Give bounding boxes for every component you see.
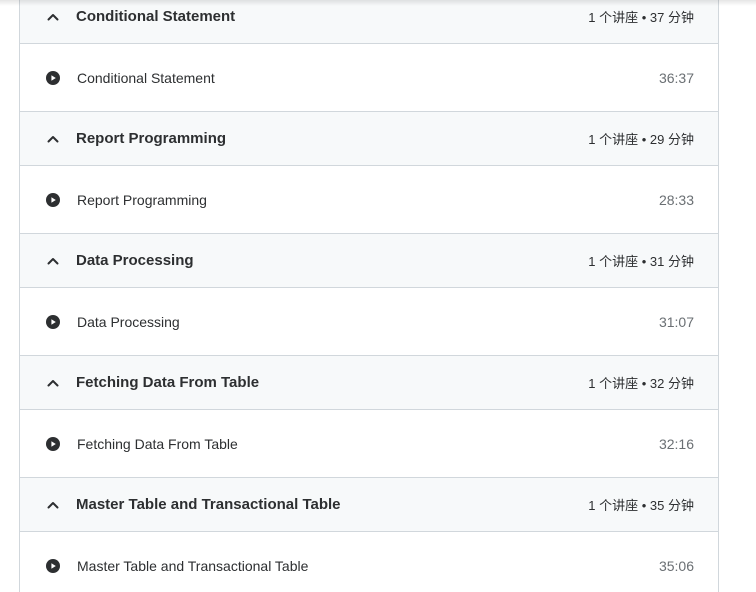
section-header-data-processing[interactable]: Data Processing 1 个讲座 • 31 分钟 <box>20 234 718 288</box>
section-title: Fetching Data From Table <box>76 374 260 391</box>
section-header-master-table-and-transactional-table[interactable]: Master Table and Transactional Table 1 个… <box>20 478 718 532</box>
section-title: Conditional Statement <box>76 8 236 25</box>
lecture-duration: 31:07 <box>658 313 694 330</box>
lecture-item: Conditional Statement 36:37 <box>20 44 718 112</box>
section-header-report-programming[interactable]: Report Programming 1 个讲座 • 29 分钟 <box>20 112 718 166</box>
section-meta: 1 个讲座 • 32 分钟 <box>588 376 694 391</box>
lecture-item: Report Programming 28:33 <box>20 166 718 234</box>
chevron-up-icon <box>46 498 60 512</box>
chevron-up-icon <box>46 10 60 24</box>
course-curriculum-page: Conditional Statement 1 个讲座 • 37 分钟 Cond… <box>0 0 756 592</box>
play-circle-icon[interactable] <box>45 558 60 573</box>
play-circle-icon[interactable] <box>45 192 60 207</box>
lecture-duration: 32:16 <box>658 435 694 452</box>
section-meta: 1 个讲座 • 31 分钟 <box>588 254 694 269</box>
lecture-title[interactable]: Fetching Data From Table <box>77 436 659 452</box>
lecture-item: Master Table and Transactional Table 35:… <box>20 532 718 592</box>
chevron-up-icon <box>46 376 60 390</box>
play-circle-icon[interactable] <box>45 314 60 329</box>
play-circle-icon[interactable] <box>45 70 60 85</box>
section-title: Report Programming <box>76 130 227 147</box>
lecture-title[interactable]: Master Table and Transactional Table <box>77 558 659 574</box>
section-meta: 1 个讲座 • 29 分钟 <box>588 132 694 147</box>
lecture-title[interactable]: Conditional Statement <box>77 70 659 86</box>
section-title: Master Table and Transactional Table <box>76 496 341 513</box>
play-circle-icon[interactable] <box>45 436 60 451</box>
chevron-up-icon <box>46 254 60 268</box>
section-meta: 1 个讲座 • 35 分钟 <box>588 498 694 513</box>
lecture-duration: 36:37 <box>658 69 694 86</box>
section-header-fetching-data-from-table[interactable]: Fetching Data From Table 1 个讲座 • 32 分钟 <box>20 356 718 410</box>
lecture-title[interactable]: Report Programming <box>77 192 659 208</box>
lecture-title[interactable]: Data Processing <box>77 314 659 330</box>
sticky-header-shadow <box>0 0 756 6</box>
lecture-item: Data Processing 31:07 <box>20 288 718 356</box>
lecture-item: Fetching Data From Table 32:16 <box>20 410 718 478</box>
curriculum-list: Conditional Statement 1 个讲座 • 37 分钟 Cond… <box>19 0 719 592</box>
lecture-duration: 35:06 <box>658 557 694 574</box>
section-meta: 1 个讲座 • 37 分钟 <box>588 10 694 25</box>
section-title: Data Processing <box>76 252 194 269</box>
lecture-duration: 28:33 <box>658 191 694 208</box>
section-header-conditional-statement[interactable]: Conditional Statement 1 个讲座 • 37 分钟 <box>20 0 718 44</box>
chevron-up-icon <box>46 132 60 146</box>
